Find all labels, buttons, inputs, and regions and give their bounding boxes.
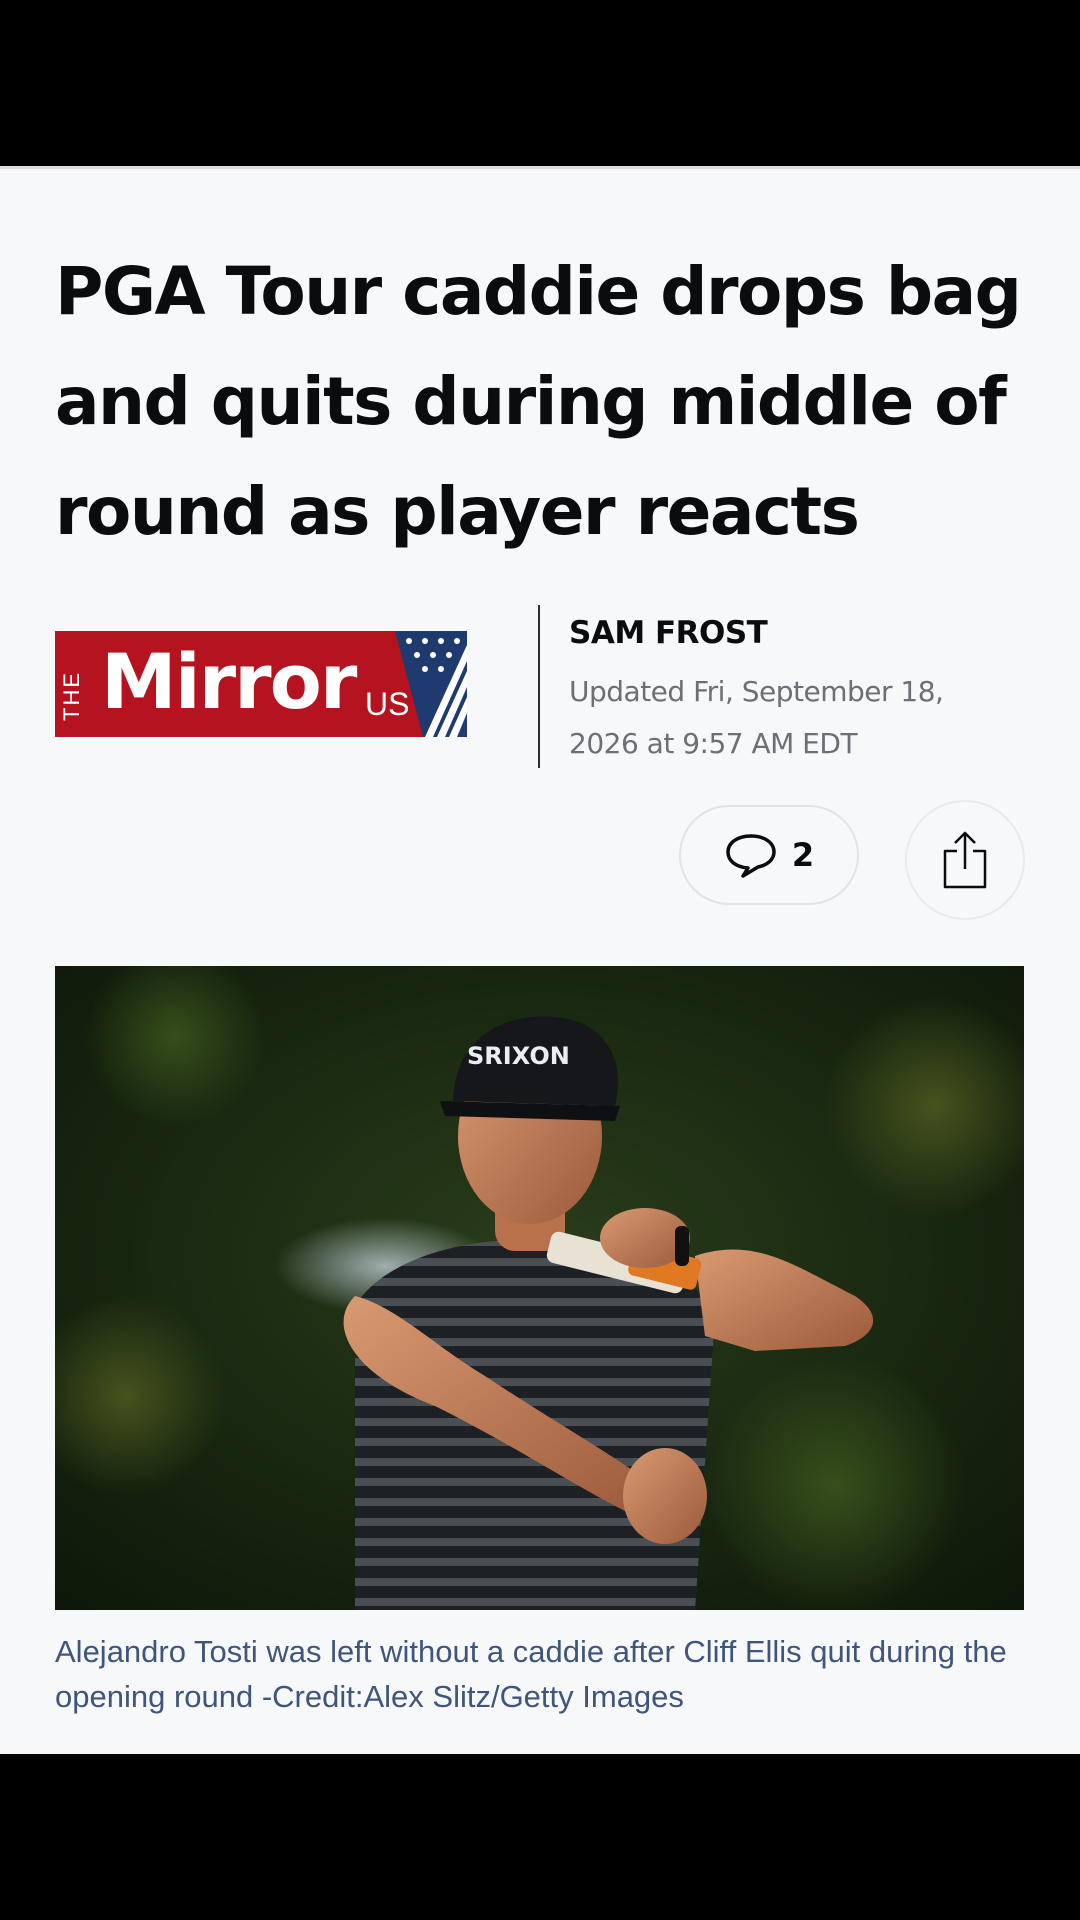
updated-timestamp: Updated Fri, September 18, 2026 at 9:57 … xyxy=(569,675,944,760)
byline-divider xyxy=(538,605,540,768)
article-content: PGA Tour caddie drops bag and quits duri… xyxy=(0,166,1080,1754)
author-name[interactable]: SAM FROST xyxy=(569,615,768,651)
comment-count: 2 xyxy=(791,836,815,874)
speech-bubble-icon xyxy=(726,834,776,878)
golfer-photo: SRIXON xyxy=(55,966,1024,1610)
publication-logo[interactable]: THE Mirror US xyxy=(55,631,467,737)
headline: PGA Tour caddie drops bag and quits duri… xyxy=(55,253,1022,550)
share-icon xyxy=(943,831,987,889)
bottom-letterbox xyxy=(0,1754,1080,1920)
photo-caption: Alejandro Tosti was left without a caddi… xyxy=(55,1634,1007,1714)
share-button[interactable] xyxy=(905,800,1025,920)
top-letterbox xyxy=(0,0,1080,166)
article-photo[interactable]: SRIXON xyxy=(55,966,1024,1610)
logo-prefix: THE xyxy=(59,671,84,721)
flag-graphic xyxy=(395,631,467,737)
cap-logo-text: SRIXON xyxy=(467,1042,570,1070)
logo-word: Mirror xyxy=(101,637,357,726)
comments-button[interactable]: 2 xyxy=(679,805,859,905)
